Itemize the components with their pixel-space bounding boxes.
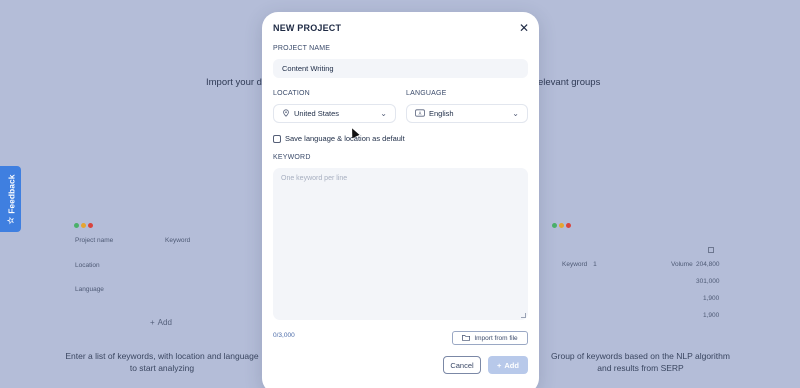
language-select[interactable]: A English ⌄ xyxy=(406,104,528,123)
bg-heading-right: elevant groups xyxy=(538,77,601,88)
folder-icon xyxy=(462,334,471,343)
bg-volume-value: 204,800 xyxy=(696,261,720,268)
yellow-dot-icon xyxy=(559,223,564,228)
bg-volume-value: 301,000 xyxy=(696,278,720,285)
green-dot-icon xyxy=(74,223,79,228)
plus-icon: + xyxy=(150,318,155,327)
language-value: English xyxy=(429,109,454,118)
yellow-dot-icon xyxy=(81,223,86,228)
green-dot-icon xyxy=(552,223,557,228)
keyword-label: KEYWORD xyxy=(273,154,311,161)
bg-keyword-col: Keyword 1 xyxy=(562,261,597,268)
svg-text:A: A xyxy=(419,111,422,116)
bg-keyword-label: Keyword xyxy=(165,237,191,244)
save-default-row[interactable]: Save language & location as default xyxy=(273,134,405,143)
bg-caption-left: Enter a list of keywords, with location … xyxy=(65,351,259,373)
import-from-file-button[interactable]: Import from file xyxy=(452,331,528,345)
star-icon: ☆ xyxy=(5,216,15,224)
red-dot-icon xyxy=(566,223,571,228)
project-name-input[interactable]: Content Writing xyxy=(273,59,528,78)
location-label: LOCATION xyxy=(273,90,310,97)
keyword-placeholder: One keyword per line xyxy=(281,175,348,182)
location-value: United States xyxy=(294,109,340,118)
bg-keyword-col-num: 1 xyxy=(593,261,597,268)
bg-location-label: Location xyxy=(75,262,100,269)
feedback-label: Feedback xyxy=(5,174,16,214)
add-label: Add xyxy=(504,360,519,370)
bg-caption-right: Group of keywords based on the NLP algor… xyxy=(551,351,730,373)
red-dot-icon xyxy=(88,223,93,228)
bg-volume-value: 1,900 xyxy=(703,295,720,302)
bg-volume-col-label: Volume xyxy=(671,261,693,268)
location-pin-icon xyxy=(282,108,290,119)
save-default-checkbox[interactable] xyxy=(273,134,281,143)
window-dots-right xyxy=(552,223,571,228)
new-project-modal: NEW PROJECT ✕ PROJECT NAME Content Writi… xyxy=(262,12,539,388)
close-icon[interactable]: ✕ xyxy=(519,21,529,35)
bg-volume-value: 1,900 xyxy=(703,312,720,319)
resize-handle-icon[interactable] xyxy=(521,313,526,318)
bg-keyword-col-label: Keyword xyxy=(562,261,588,268)
keyword-counter: 0/3,000 xyxy=(273,332,295,339)
bg-language-label: Language xyxy=(75,286,104,293)
save-default-label: Save language & location as default xyxy=(285,134,405,143)
cancel-button[interactable]: Cancel xyxy=(443,356,481,374)
bg-checkbox xyxy=(708,247,714,253)
bg-add-label: Add xyxy=(157,318,172,327)
language-icon: A xyxy=(415,108,425,119)
bg-add-button: + Add xyxy=(150,318,172,327)
plus-icon: + xyxy=(497,360,502,370)
chevron-down-icon: ⌄ xyxy=(512,109,519,118)
window-dots-left xyxy=(74,223,93,228)
keyword-textarea[interactable]: One keyword per line xyxy=(273,168,528,320)
bg-heading-left: Import your de xyxy=(206,77,268,88)
chevron-down-icon: ⌄ xyxy=(380,109,387,118)
bg-project-name-label: Project name xyxy=(75,237,114,244)
language-label: LANGUAGE xyxy=(406,90,447,97)
import-label: Import from file xyxy=(474,334,518,342)
project-name-value: Content Writing xyxy=(282,64,334,73)
location-select[interactable]: United States ⌄ xyxy=(273,104,396,123)
modal-title: NEW PROJECT xyxy=(273,23,342,33)
add-button[interactable]: + Add xyxy=(488,356,528,374)
feedback-tab[interactable]: ☆ Feedback xyxy=(0,166,21,232)
project-name-label: PROJECT NAME xyxy=(273,45,331,52)
